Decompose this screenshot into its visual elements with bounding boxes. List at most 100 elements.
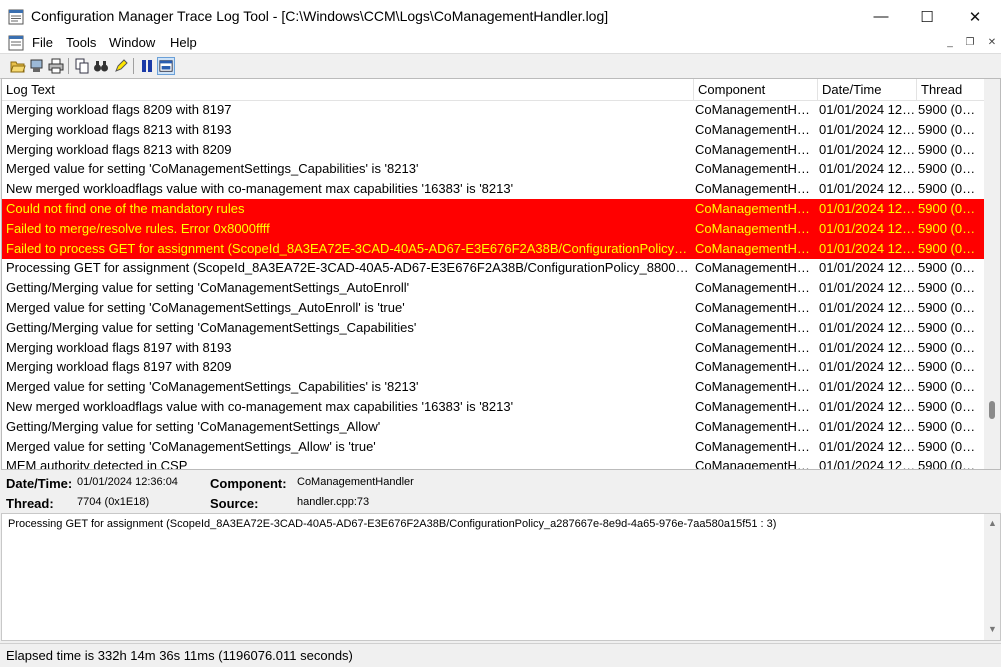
component-cell: CoManagementHandler xyxy=(695,438,815,454)
print-icon xyxy=(48,58,64,74)
thread-cell: 5900 (0x170C) xyxy=(918,201,980,216)
document-icon[interactable] xyxy=(8,35,24,51)
mdi-close-button[interactable]: ✕ xyxy=(984,36,1000,50)
log-row[interactable]: Merged value for setting 'CoManagementSe… xyxy=(2,377,984,397)
close-icon: ✕ xyxy=(968,8,982,26)
log-text-cell: Merging workload flags 8197 with 8209 xyxy=(6,359,232,375)
datetime-cell: 01/01/2024 12:35: xyxy=(819,339,916,355)
open-on-server-button[interactable] xyxy=(28,57,46,75)
scroll-down-icon[interactable]: ▼ xyxy=(988,624,997,634)
column-header-component[interactable]: Component xyxy=(694,79,818,100)
mdi-minimize-button[interactable]: _ xyxy=(942,36,958,50)
thread-cell: 5900 (0x170C) xyxy=(918,161,980,177)
open-icon xyxy=(10,61,26,73)
toolbar xyxy=(0,53,1001,79)
log-row[interactable]: New merged workloadflags value with co-m… xyxy=(2,397,984,417)
copy-icon xyxy=(75,58,89,74)
maximize-button[interactable]: ☐ xyxy=(904,0,950,33)
message-textbox[interactable]: Processing GET for assignment (ScopeId_8… xyxy=(1,513,1001,641)
log-row[interactable]: MEM authority detected in CSP CoManagemen… xyxy=(2,456,984,469)
copy-button[interactable] xyxy=(73,57,91,75)
log-row[interactable]: Merged value for setting 'CoManagementSe… xyxy=(2,298,984,318)
scroll-up-icon[interactable]: ▲ xyxy=(988,518,997,528)
maximize-icon: ☐ xyxy=(920,8,934,26)
datetime-label: Date/Time: xyxy=(6,476,73,491)
message-scrollbar[interactable]: ▲ ▼ xyxy=(984,514,1000,640)
status-text: Elapsed time is 332h 14m 36s 11ms (11960… xyxy=(6,648,353,663)
list-header: Log Text Component Date/Time Thread xyxy=(2,79,984,101)
log-row[interactable]: Merging workload flags 8197 with 8193 CoM… xyxy=(2,338,984,358)
thread-cell: 5900 (0x170C) xyxy=(918,319,980,335)
component-cell: CoManagementHandler xyxy=(695,379,815,395)
datetime-cell: 01/01/2024 12:31: xyxy=(819,121,916,137)
log-row[interactable]: Getting/Merging value for setting 'CoMan… xyxy=(2,318,984,338)
message-text: Processing GET for assignment (ScopeId_8… xyxy=(8,518,777,530)
log-list[interactable]: Log Text Component Date/Time Thread Merg… xyxy=(1,78,1001,470)
toolbar-separator xyxy=(133,58,134,74)
menu-file[interactable]: File xyxy=(32,35,53,50)
mdi-restore-button[interactable]: ❐ xyxy=(962,36,978,50)
datetime-cell: 01/01/2024 12:31: xyxy=(819,240,916,256)
log-text-cell: Getting/Merging value for setting 'CoMan… xyxy=(6,280,410,296)
datetime-value: 01/01/2024 12:36:04 xyxy=(77,476,178,488)
menu-tools[interactable]: Tools xyxy=(66,35,96,50)
column-header-thread[interactable]: Thread xyxy=(917,79,984,100)
close-button[interactable]: ✕ xyxy=(952,0,998,33)
log-text-cell: Merged value for setting 'CoManagementSe… xyxy=(6,161,419,177)
datetime-cell: 01/01/2024 12:35: xyxy=(819,379,916,395)
log-text-cell: New merged workloadflags value with co-m… xyxy=(6,399,514,414)
log-row[interactable]: Merged value for setting 'CoManagementSe… xyxy=(2,437,984,457)
component-cell: CoManagementHandler xyxy=(695,319,815,335)
datetime-cell: 01/01/2024 12:31: xyxy=(819,161,916,177)
log-row[interactable]: Merging workload flags 8213 with 8209 CoM… xyxy=(2,140,984,160)
component-cell: CoManagementHandler xyxy=(695,300,815,315)
find-icon xyxy=(94,61,108,72)
find-button[interactable] xyxy=(92,57,110,75)
error-lookup-button[interactable] xyxy=(157,57,175,75)
print-button[interactable] xyxy=(47,57,65,75)
pause-button[interactable] xyxy=(138,57,156,75)
title-bar: Configuration Manager Trace Log Tool - [… xyxy=(0,0,1001,33)
log-row[interactable]: Getting/Merging value for setting 'CoMan… xyxy=(2,278,984,298)
minimize-button[interactable]: — xyxy=(858,0,904,33)
log-row[interactable]: Getting/Merging value for setting 'CoMan… xyxy=(2,417,984,437)
thread-cell: 5900 (0x170C) xyxy=(918,220,980,236)
datetime-cell: 01/01/2024 12:35: xyxy=(819,399,916,414)
minimize-icon: — xyxy=(873,8,889,25)
list-scrollbar[interactable] xyxy=(984,79,1000,469)
highlight-button[interactable] xyxy=(112,57,130,75)
log-text-cell: Merging workload flags 8213 with 8209 xyxy=(6,141,232,157)
error-lookup-icon xyxy=(159,60,173,72)
datetime-cell: 01/01/2024 12:35: xyxy=(819,418,916,434)
log-row[interactable]: Merging workload flags 8213 with 8193 CoM… xyxy=(2,120,984,140)
log-row[interactable]: Merged value for setting 'CoManagementSe… xyxy=(2,159,984,179)
thread-cell: 5900 (0x170C) xyxy=(918,300,980,315)
log-text-cell: Getting/Merging value for setting 'CoMan… xyxy=(6,319,417,335)
component-cell: CoManagementHandler xyxy=(695,399,815,414)
log-row[interactable]: Failed to merge/resolve rules. Error 0x8… xyxy=(2,218,984,239)
datetime-cell: 01/01/2024 12:35: xyxy=(819,260,916,276)
column-header-log-text[interactable]: Log Text xyxy=(2,79,694,100)
menu-window[interactable]: Window xyxy=(109,35,155,50)
log-row[interactable]: Merging workload flags 8209 with 8197 CoM… xyxy=(2,100,984,120)
open-button[interactable] xyxy=(9,57,27,75)
menu-help[interactable]: Help xyxy=(170,35,197,50)
log-row[interactable]: New merged workloadflags value with co-m… xyxy=(2,179,984,199)
column-header-datetime[interactable]: Date/Time xyxy=(818,79,917,100)
log-row[interactable]: Could not find one of the mandatory rule… xyxy=(2,199,984,219)
component-cell: CoManagementHandler xyxy=(695,339,815,355)
component-cell: CoManagementHandler xyxy=(695,280,815,296)
component-cell: CoManagementHandler xyxy=(695,418,815,434)
window-title: Configuration Manager Trace Log Tool - [… xyxy=(31,8,609,24)
thread-cell: 5900 (0x170C) xyxy=(918,260,980,276)
datetime-cell: 01/01/2024 12:35: xyxy=(819,300,916,315)
log-text-cell: New merged workloadflags value with co-m… xyxy=(6,181,514,197)
thread-cell: 5900 (0x170C) xyxy=(918,438,980,454)
open-on-server-icon xyxy=(30,59,43,72)
component-cell: CoManagementHandler xyxy=(695,161,815,177)
log-row[interactable]: Processing GET for assignment (ScopeId_8… xyxy=(2,258,984,278)
log-text-cell: Failed to merge/resolve rules. Error 0x8… xyxy=(6,220,270,236)
list-scrollbar-thumb[interactable] xyxy=(989,401,995,419)
log-row[interactable]: Failed to process GET for assignment (Sc… xyxy=(2,238,984,259)
log-row[interactable]: Merging workload flags 8197 with 8209 CoM… xyxy=(2,357,984,377)
